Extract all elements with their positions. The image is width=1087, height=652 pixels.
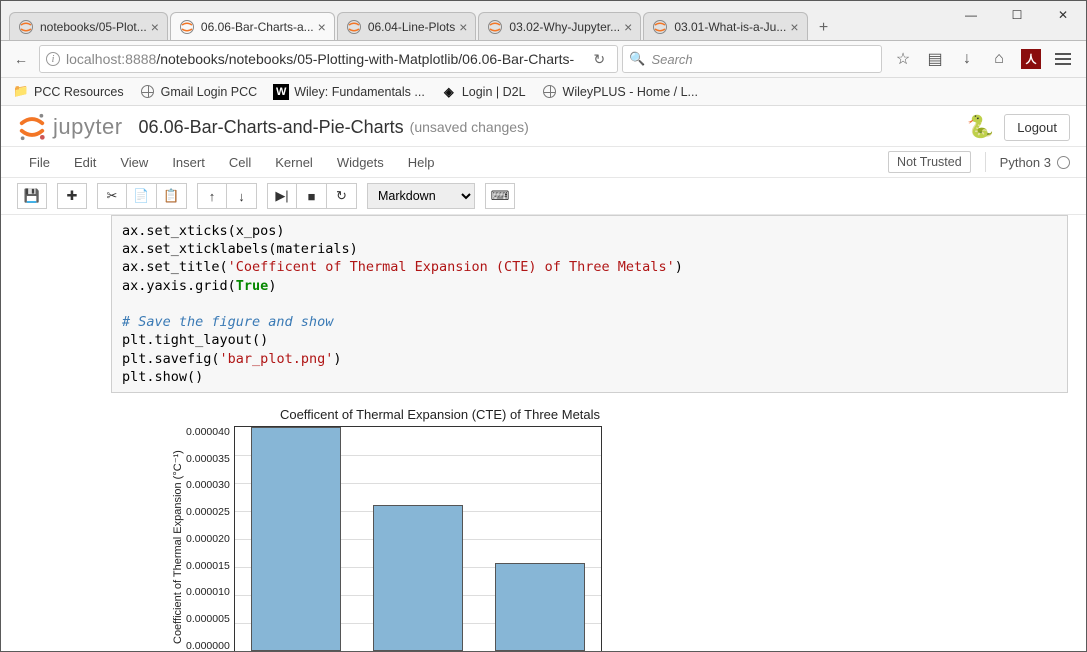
pdf-icon[interactable]: 人 (1018, 46, 1044, 72)
folder-icon: 📁 (13, 84, 29, 100)
restart-button[interactable]: ↻ (327, 183, 357, 209)
kernel-status-icon (1057, 156, 1070, 169)
jupyter-header: jupyter 06.06-Bar-Charts-and-Pie-Charts … (1, 106, 1086, 146)
tab-label: 03.02-Why-Jupyter... (509, 20, 620, 34)
window-close-button[interactable]: ✕ (1040, 0, 1086, 30)
insert-cell-button[interactable]: ✚ (57, 183, 87, 209)
wiley-icon: W (273, 84, 289, 100)
pocket-icon[interactable]: ▤ (922, 46, 948, 72)
url-bar[interactable]: i localhost:8888/notebooks/notebooks/05-… (39, 45, 618, 73)
close-icon[interactable]: × (151, 19, 159, 35)
tab-why-jupyter[interactable]: 03.02-Why-Jupyter... × (478, 12, 641, 40)
tab-line-plots[interactable]: 06.04-Line-Plots × (337, 12, 477, 40)
downloads-icon[interactable]: ↓ (954, 46, 980, 72)
bookmark-star-icon[interactable]: ☆ (890, 46, 916, 72)
chart-ylabel: Coefficient of Thermal Expansion (°C⁻¹) (169, 426, 186, 651)
close-icon[interactable]: × (624, 19, 632, 35)
globe-icon (542, 84, 558, 100)
menu-view[interactable]: View (108, 155, 160, 170)
search-box[interactable]: 🔍 Search (622, 45, 882, 73)
site-info-icon[interactable]: i (46, 52, 60, 66)
move-up-button[interactable]: ↑ (197, 183, 227, 209)
browser-tabstrip: notebooks/05-Plot... × 06.06-Bar-Charts-… (1, 9, 1086, 41)
close-icon[interactable]: × (790, 19, 798, 35)
save-button[interactable]: 💾 (17, 183, 47, 209)
globe-icon (140, 84, 156, 100)
chart-bar (495, 563, 585, 651)
logout-button[interactable]: Logout (1004, 114, 1070, 141)
chart-plot-area (234, 426, 602, 651)
jupyter-icon (18, 19, 34, 35)
code-cell[interactable]: ax.set_xticks(x_pos) ax.set_xticklabels(… (111, 215, 1068, 393)
jupyter-logo[interactable]: jupyter (17, 112, 123, 142)
jupyter-menubar: File Edit View Insert Cell Kernel Widget… (1, 146, 1086, 178)
bookmark-login-d2l[interactable]: ◈Login | D2L (435, 82, 532, 102)
cell-type-select[interactable]: Markdown (367, 183, 475, 209)
menu-file[interactable]: File (17, 155, 62, 170)
chart-title: Coefficent of Thermal Expansion (CTE) of… (225, 407, 655, 422)
chart-bar (251, 427, 341, 651)
page-content[interactable]: jupyter 06.06-Bar-Charts-and-Pie-Charts … (1, 106, 1086, 651)
jupyter-icon (652, 19, 668, 35)
url-text: localhost:8888/notebooks/notebooks/05-Pl… (66, 51, 581, 67)
jupyter-icon (346, 19, 362, 35)
bookmark-pcc-resources[interactable]: 📁PCC Resources (7, 82, 130, 102)
kernel-name: Python 3 (1000, 155, 1051, 170)
reload-icon[interactable]: ↻ (587, 51, 611, 68)
tab-bar-charts[interactable]: 06.06-Bar-Charts-a... × (170, 12, 335, 40)
bookmark-gmail-login[interactable]: Gmail Login PCC (134, 82, 264, 102)
back-button[interactable]: ← (7, 45, 35, 73)
menu-help[interactable]: Help (396, 155, 447, 170)
chart-bar (373, 505, 463, 651)
jupyter-icon (179, 19, 195, 35)
chart-output: Coefficent of Thermal Expansion (CTE) of… (169, 407, 1068, 651)
menu-edit[interactable]: Edit (62, 155, 108, 170)
notebook-body: ax.set_xticks(x_pos) ax.set_xticklabels(… (1, 215, 1086, 651)
jupyter-brand-text: jupyter (53, 114, 123, 140)
close-icon[interactable]: × (459, 19, 467, 35)
move-down-button[interactable]: ↓ (227, 183, 257, 209)
kernel-indicator[interactable]: Python 3 (1000, 155, 1070, 170)
tab-label: 06.04-Line-Plots (368, 20, 455, 34)
bookmark-wileyplus[interactable]: WileyPLUS - Home / L... (536, 82, 704, 102)
search-placeholder: Search (651, 52, 692, 67)
jupyter-toolbar: 💾 ✚ ✂ 📄 📋 ↑ ↓ ▶| ■ ↻ Markdown (1, 178, 1086, 215)
cut-button[interactable]: ✂ (97, 183, 127, 209)
notebook-status: (unsaved changes) (410, 119, 529, 135)
menu-cell[interactable]: Cell (217, 155, 263, 170)
tab-notebooks-05[interactable]: notebooks/05-Plot... × (9, 12, 168, 40)
menu-widgets[interactable]: Widgets (325, 155, 396, 170)
tab-label: notebooks/05-Plot... (40, 20, 147, 34)
python-icon: 🐍 (967, 114, 994, 140)
menu-insert[interactable]: Insert (160, 155, 217, 170)
menu-kernel[interactable]: Kernel (263, 155, 325, 170)
run-button[interactable]: ▶| (267, 183, 297, 209)
tab-what-is-jupyter[interactable]: 03.01-What-is-a-Ju... × (643, 12, 807, 40)
new-tab-button[interactable]: + (810, 16, 838, 40)
notebook-title[interactable]: 06.06-Bar-Charts-and-Pie-Charts (139, 117, 404, 138)
trust-indicator[interactable]: Not Trusted (888, 151, 971, 173)
browser-navbar: ← i localhost:8888/notebooks/notebooks/0… (1, 41, 1086, 78)
home-icon[interactable]: ⌂ (986, 46, 1012, 72)
window-minimize-button[interactable]: — (948, 0, 994, 30)
paste-button[interactable]: 📋 (157, 183, 187, 209)
d2l-icon: ◈ (441, 84, 457, 100)
jupyter-icon (487, 19, 503, 35)
close-icon[interactable]: × (318, 19, 326, 35)
bookmarks-bar: 📁PCC Resources Gmail Login PCC WWiley: F… (1, 78, 1086, 106)
copy-button[interactable]: 📄 (127, 183, 157, 209)
interrupt-button[interactable]: ■ (297, 183, 327, 209)
tab-label: 03.01-What-is-a-Ju... (674, 20, 786, 34)
chart-yticks: 0.000040 0.000035 0.000030 0.000025 0.00… (186, 426, 234, 651)
window-maximize-button[interactable]: ☐ (994, 0, 1040, 30)
bookmark-wiley-fundamentals[interactable]: WWiley: Fundamentals ... (267, 82, 431, 102)
search-icon: 🔍 (629, 51, 645, 67)
tab-label: 06.06-Bar-Charts-a... (201, 20, 314, 34)
menu-icon[interactable] (1050, 46, 1076, 72)
command-palette-button[interactable]: ⌨ (485, 183, 515, 209)
